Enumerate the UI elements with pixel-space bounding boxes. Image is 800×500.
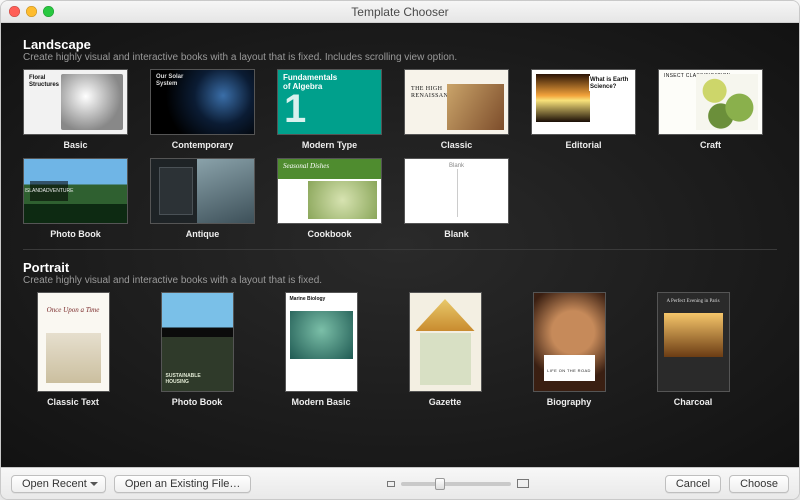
template-classic-text[interactable]: Once Upon a Time Classic Text	[33, 292, 113, 407]
template-thumb: SUSTAINABLEHOUSING	[161, 292, 234, 392]
cancel-button[interactable]: Cancel	[665, 475, 721, 493]
footer-bar: Open Recent Open an Existing File… Cance…	[1, 467, 799, 499]
cover-text: What is Earth Science?	[589, 76, 631, 91]
template-thumb: LIFE ON THE ROAD	[533, 292, 606, 392]
window-title: Template Chooser	[1, 1, 799, 23]
template-cookbook[interactable]: Seasonal Dishes Cookbook	[277, 158, 382, 239]
close-icon[interactable]	[9, 6, 20, 17]
cover-text: FloralStructures	[29, 75, 59, 88]
cover-text: Our SolarSystem	[156, 74, 183, 87]
slider-knob[interactable]	[435, 478, 445, 490]
template-thumb: Fundamentalsof Algebra 1	[277, 69, 382, 135]
section-subtitle-portrait: Create highly visual and interactive boo…	[23, 275, 777, 286]
template-craft[interactable]: INSECT CLASSIFICATION Craft	[658, 69, 763, 150]
choose-button[interactable]: Choose	[729, 475, 789, 493]
template-thumb: A Perfect Evening in Paris	[657, 292, 730, 392]
template-gallery: Landscape Create highly visual and inter…	[1, 23, 799, 467]
template-thumb: Our SolarSystem	[150, 69, 255, 135]
template-label: Modern Basic	[291, 397, 350, 407]
portrait-row-1: Once Upon a Time Classic Text SUSTAINABL…	[23, 292, 777, 407]
template-thumb	[409, 292, 482, 392]
open-existing-button[interactable]: Open an Existing File…	[114, 475, 252, 493]
template-thumb: Once Upon a Time	[37, 292, 110, 392]
template-label: Cookbook	[308, 229, 352, 239]
cover-text: Seasonal Dishes	[283, 163, 329, 171]
zoom-icon[interactable]	[43, 6, 54, 17]
template-label: Photo Book	[50, 229, 101, 239]
template-label: Charcoal	[674, 397, 713, 407]
template-thumb	[150, 158, 255, 224]
landscape-row-2: ISLAND ADVENTURE Photo Book Antique Seas…	[23, 158, 777, 239]
template-thumb: ISLAND ADVENTURE	[23, 158, 128, 224]
template-antique[interactable]: Antique	[150, 158, 255, 239]
template-basic[interactable]: FloralStructures Basic	[23, 69, 128, 150]
template-label: Contemporary	[172, 140, 234, 150]
template-classic[interactable]: THE HIGHRENAISSANCE Classic	[404, 69, 509, 150]
template-charcoal[interactable]: A Perfect Evening in Paris Charcoal	[653, 292, 733, 407]
cover-text: ISLAND ADVENTURE	[30, 181, 68, 201]
template-modern-basic[interactable]: Marine Biology Modern Basic	[281, 292, 361, 407]
template-modern-type[interactable]: Fundamentalsof Algebra 1 Modern Type	[277, 69, 382, 150]
minimize-icon[interactable]	[26, 6, 37, 17]
template-label: Blank	[444, 229, 469, 239]
template-blank[interactable]: Blank Blank	[404, 158, 509, 239]
template-thumb: Blank	[404, 158, 509, 224]
titlebar: Template Chooser	[1, 1, 799, 23]
template-photo-book[interactable]: ISLAND ADVENTURE Photo Book	[23, 158, 128, 239]
section-title-landscape: Landscape	[23, 37, 777, 52]
landscape-row-1: FloralStructures Basic Our SolarSystem C…	[23, 69, 777, 150]
section-title-portrait: Portrait	[23, 260, 777, 275]
open-recent-popup[interactable]: Open Recent	[11, 475, 106, 493]
slider-track[interactable]	[401, 482, 511, 486]
template-thumb: Seasonal Dishes	[277, 158, 382, 224]
template-label: Antique	[186, 229, 220, 239]
template-label: Gazette	[429, 397, 462, 407]
template-thumb: FloralStructures	[23, 69, 128, 135]
template-label: Classic	[441, 140, 473, 150]
thumbnail-small-icon	[387, 481, 395, 487]
template-thumb: What is Earth Science?	[531, 69, 636, 135]
template-thumb: Marine Biology	[285, 292, 358, 392]
template-portrait-photo-book[interactable]: SUSTAINABLEHOUSING Photo Book	[157, 292, 237, 407]
template-label: Photo Book	[172, 397, 223, 407]
template-biography[interactable]: LIFE ON THE ROAD Biography	[529, 292, 609, 407]
cover-text: SUSTAINABLEHOUSING	[166, 374, 201, 385]
template-chooser-window: Template Chooser Landscape Create highly…	[0, 0, 800, 500]
window-controls	[9, 6, 54, 17]
template-gazette[interactable]: Gazette	[405, 292, 485, 407]
template-label: Craft	[700, 140, 721, 150]
cover-text: LIFE ON THE ROAD	[534, 369, 605, 373]
thumbnail-large-icon	[517, 479, 529, 488]
section-subtitle-landscape: Create highly visual and interactive boo…	[23, 52, 777, 63]
template-thumb: INSECT CLASSIFICATION	[658, 69, 763, 135]
cover-text: Once Upon a Time	[38, 307, 109, 315]
section-divider	[23, 249, 777, 250]
template-label: Classic Text	[47, 397, 99, 407]
template-label: Modern Type	[302, 140, 357, 150]
cover-text: Marine Biology	[290, 297, 326, 303]
cover-text: A Perfect Evening in Paris	[658, 299, 729, 305]
template-editorial[interactable]: What is Earth Science? Editorial	[531, 69, 636, 150]
template-thumb: THE HIGHRENAISSANCE	[404, 69, 509, 135]
template-label: Biography	[547, 397, 592, 407]
thumbnail-size-slider[interactable]	[387, 479, 529, 488]
template-contemporary[interactable]: Our SolarSystem Contemporary	[150, 69, 255, 150]
template-label: Basic	[63, 140, 87, 150]
template-label: Editorial	[565, 140, 601, 150]
